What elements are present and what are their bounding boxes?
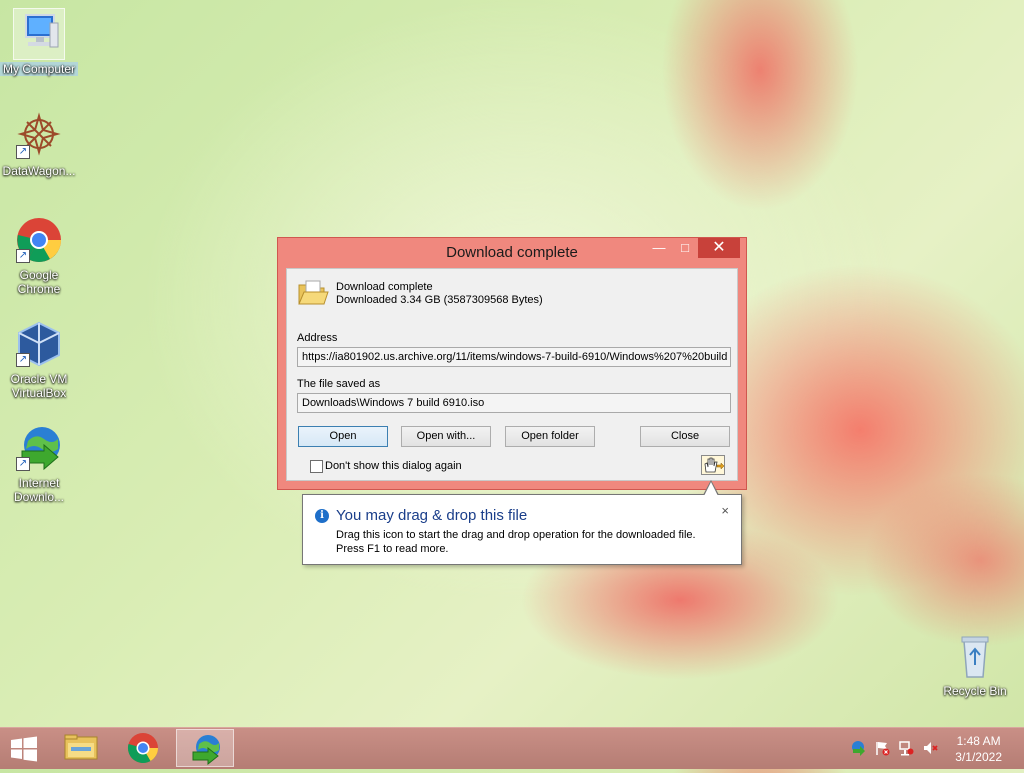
virtualbox-icon: ↗	[13, 318, 65, 370]
desktop-icon-label: Internet Downlo...	[13, 476, 65, 504]
balloon-line-1: Drag this icon to start the drag and dro…	[336, 529, 696, 541]
open-folder-button[interactable]: Open folder	[505, 426, 595, 447]
network-tray-icon[interactable]	[898, 740, 914, 756]
datawagon-icon: ↗	[13, 110, 65, 162]
dont-show-checkbox[interactable]	[310, 460, 323, 473]
action-center-flag-icon[interactable]	[874, 740, 890, 756]
shortcut-arrow-icon: ↗	[16, 353, 30, 367]
network-globe-tray-icon[interactable]	[850, 740, 866, 756]
taskbar-internet-download-manager[interactable]	[176, 729, 234, 767]
volume-muted-icon[interactable]	[922, 740, 938, 756]
balloon-tail-inner	[704, 482, 718, 496]
downloaded-size: Downloaded 3.34 GB (3587309568 Bytes)	[336, 294, 543, 306]
drag-hand-icon	[704, 457, 725, 473]
idm-icon	[192, 735, 220, 766]
address-field[interactable]: https://ia801902.us.archive.org/11/items…	[297, 347, 731, 367]
chrome-icon: ↗	[13, 214, 65, 266]
desktop-icon-chrome[interactable]: ↗ Google Chrome	[0, 214, 78, 296]
open-button[interactable]: Open	[298, 426, 388, 447]
taskbar-clock[interactable]: 1:48 AM 3/1/2022	[955, 733, 1002, 765]
taskbar: 1:48 AM 3/1/2022	[0, 727, 1024, 769]
desktop-icon-datawagon[interactable]: ↗ DataWagon...	[0, 110, 78, 178]
computer-icon	[13, 8, 65, 60]
balloon-title: You may drag & drop this file	[336, 507, 528, 524]
dialog-body: Download complete Downloaded 3.34 GB (35…	[286, 268, 738, 481]
balloon-close-icon[interactable]: ×	[721, 503, 729, 518]
start-button[interactable]	[10, 736, 38, 762]
balloon-text: Drag this icon to start the drag and dro…	[336, 528, 736, 556]
clock-date: 3/1/2022	[955, 750, 1002, 764]
desktop-icon-label: Recycle Bin	[943, 684, 1007, 698]
saved-as-field[interactable]: Downloads\Windows 7 build 6910.iso	[297, 393, 731, 413]
desktop-icon-label: My Computer	[0, 62, 78, 76]
close-button[interactable]: Close	[640, 426, 730, 447]
saved-as-label: The file saved as	[297, 378, 381, 390]
open-with-button[interactable]: Open with...	[401, 426, 491, 447]
idm-icon: ↗	[13, 422, 65, 474]
balloon-line-2: Press F1 to read more.	[336, 543, 449, 555]
drag-drop-balloon: i You may drag & drop this file Drag thi…	[302, 494, 742, 565]
desktop-icon-label: DataWagon...	[2, 164, 76, 178]
clock-time: 1:48 AM	[956, 734, 1001, 748]
address-label: Address	[297, 332, 338, 344]
dont-show-label[interactable]: Don't show this dialog again	[325, 460, 462, 472]
desktop-icon-recycle-bin[interactable]: Recycle Bin	[936, 630, 1014, 698]
desktop-icon-internet-download-manager[interactable]: ↗ Internet Downlo...	[0, 422, 78, 504]
recycle-bin-icon	[949, 630, 1001, 682]
shortcut-arrow-icon: ↗	[16, 457, 30, 471]
download-complete-dialog: Download complete — □ ✕ Download complet…	[277, 237, 747, 490]
shortcut-arrow-icon: ↗	[16, 145, 30, 159]
status-title: Download complete	[336, 281, 433, 293]
chrome-icon	[127, 733, 158, 764]
desktop-icon-label: Oracle VM VirtualBox	[10, 372, 68, 400]
window-controls: — □ ✕	[646, 238, 740, 258]
close-window-button[interactable]: ✕	[698, 238, 740, 258]
desktop-icon-my-computer[interactable]: My Computer	[0, 8, 78, 76]
desktop-icon-virtualbox[interactable]: ↗ Oracle VM VirtualBox	[0, 318, 78, 400]
desktop-icon-label: Google Chrome	[17, 268, 61, 296]
taskbar-file-explorer[interactable]	[52, 729, 110, 767]
taskbar-chrome[interactable]	[114, 729, 172, 767]
file-explorer-icon	[64, 734, 98, 760]
minimize-button[interactable]: —	[646, 238, 672, 258]
maximize-button[interactable]: □	[672, 238, 698, 258]
info-icon: i	[315, 509, 329, 523]
open-folder-icon	[297, 277, 329, 309]
drag-drop-handle[interactable]	[701, 455, 725, 475]
shortcut-arrow-icon: ↗	[16, 249, 30, 263]
windows-logo-icon	[11, 736, 37, 762]
